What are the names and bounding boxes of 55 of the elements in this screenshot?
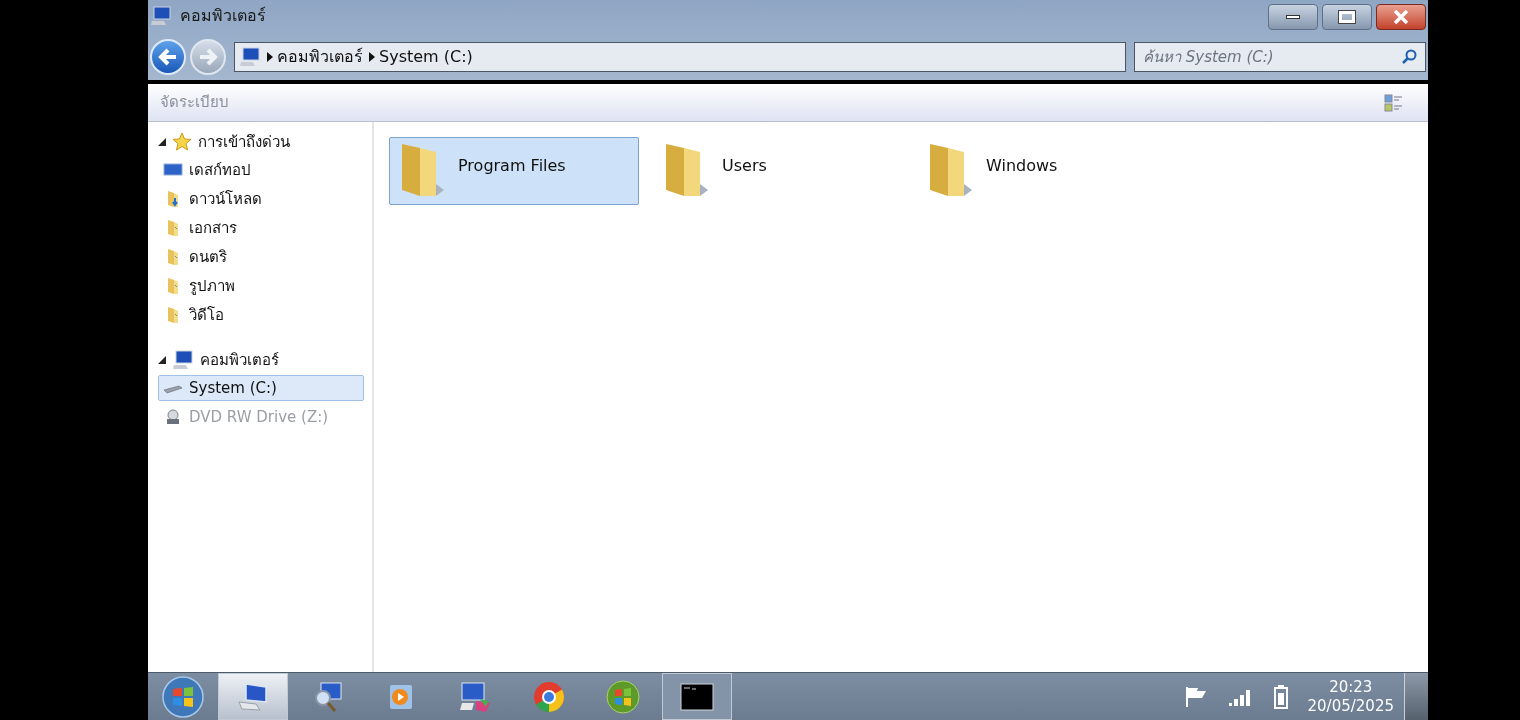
- caret-icon: [369, 52, 375, 62]
- flag-icon[interactable]: [1183, 685, 1208, 708]
- windows-logo-icon: [162, 675, 204, 718]
- minimize-button[interactable]: [1268, 4, 1318, 30]
- folder-item[interactable]: Program Files: [389, 137, 639, 205]
- star-icon: [172, 132, 192, 152]
- taskbar-app[interactable]: [662, 673, 732, 720]
- window-title: คอมพิวเตอร์: [180, 6, 266, 26]
- disc-drive-icon: [164, 408, 182, 426]
- chrome-icon: [533, 680, 565, 713]
- computer-icon: [239, 47, 261, 67]
- back-arrow-icon: [158, 48, 178, 66]
- clock-date: 20/05/2025: [1307, 696, 1394, 716]
- navigation-group[interactable]: คอมพิวเตอร์: [200, 348, 279, 372]
- maximize-button[interactable]: [1322, 4, 1372, 30]
- folder-icon: [166, 248, 180, 266]
- breadcrumb[interactable]: คอมพิวเตอร์: [277, 45, 363, 69]
- close-icon: [1393, 10, 1409, 24]
- folder-icon: [166, 277, 180, 295]
- caret-icon: [267, 52, 273, 62]
- breadcrumb[interactable]: System (C:): [379, 45, 473, 69]
- back-button[interactable]: [150, 39, 186, 75]
- forward-arrow-icon: [198, 48, 218, 66]
- view-options-icon: [1384, 93, 1404, 112]
- battery-icon[interactable]: [1273, 684, 1288, 709]
- display-colors-icon: [458, 680, 492, 713]
- navigation-item[interactable]: System (C:): [158, 375, 364, 401]
- navigation-group[interactable]: การเข้าถึงด่วน: [198, 130, 290, 154]
- download-folder-icon: [166, 190, 180, 208]
- search-icon: [1402, 49, 1418, 65]
- show-desktop-button[interactable]: [1404, 673, 1428, 720]
- windows-logo-icon: [606, 679, 640, 714]
- navigation-item[interactable]: เดสก์ทอป: [158, 157, 364, 183]
- computer-icon: [172, 350, 194, 370]
- address-bar[interactable]: คอมพิวเตอร์ System (C:): [234, 42, 1126, 72]
- computer-icon: [236, 681, 270, 712]
- navigation-item[interactable]: วิดีโอ: [158, 302, 364, 328]
- view-options-button[interactable]: [1384, 93, 1404, 112]
- folder-icon: [166, 306, 180, 324]
- taskbar-app[interactable]: [218, 673, 288, 720]
- expanded-arrow-icon[interactable]: [158, 356, 166, 364]
- folder-item[interactable]: Windows: [917, 137, 1167, 205]
- navigation-item[interactable]: เอกสาร: [158, 215, 364, 241]
- clock-time: 20:23: [1329, 677, 1373, 697]
- desktop-icon: [163, 162, 183, 178]
- navigation-item[interactable]: ดนตริ: [158, 244, 364, 270]
- navigation-item[interactable]: รูปภาพ: [158, 273, 364, 299]
- navigation-item[interactable]: ดาวน์โหลด: [158, 186, 364, 212]
- computer-icon: [150, 6, 172, 26]
- terminal-icon: [680, 682, 714, 711]
- folder-item[interactable]: Users: [653, 137, 903, 205]
- expanded-arrow-icon[interactable]: [158, 138, 166, 146]
- folder-icon: [166, 219, 180, 237]
- search-field[interactable]: ค้นหา System (C:): [1134, 42, 1426, 72]
- close-button[interactable]: [1376, 4, 1426, 30]
